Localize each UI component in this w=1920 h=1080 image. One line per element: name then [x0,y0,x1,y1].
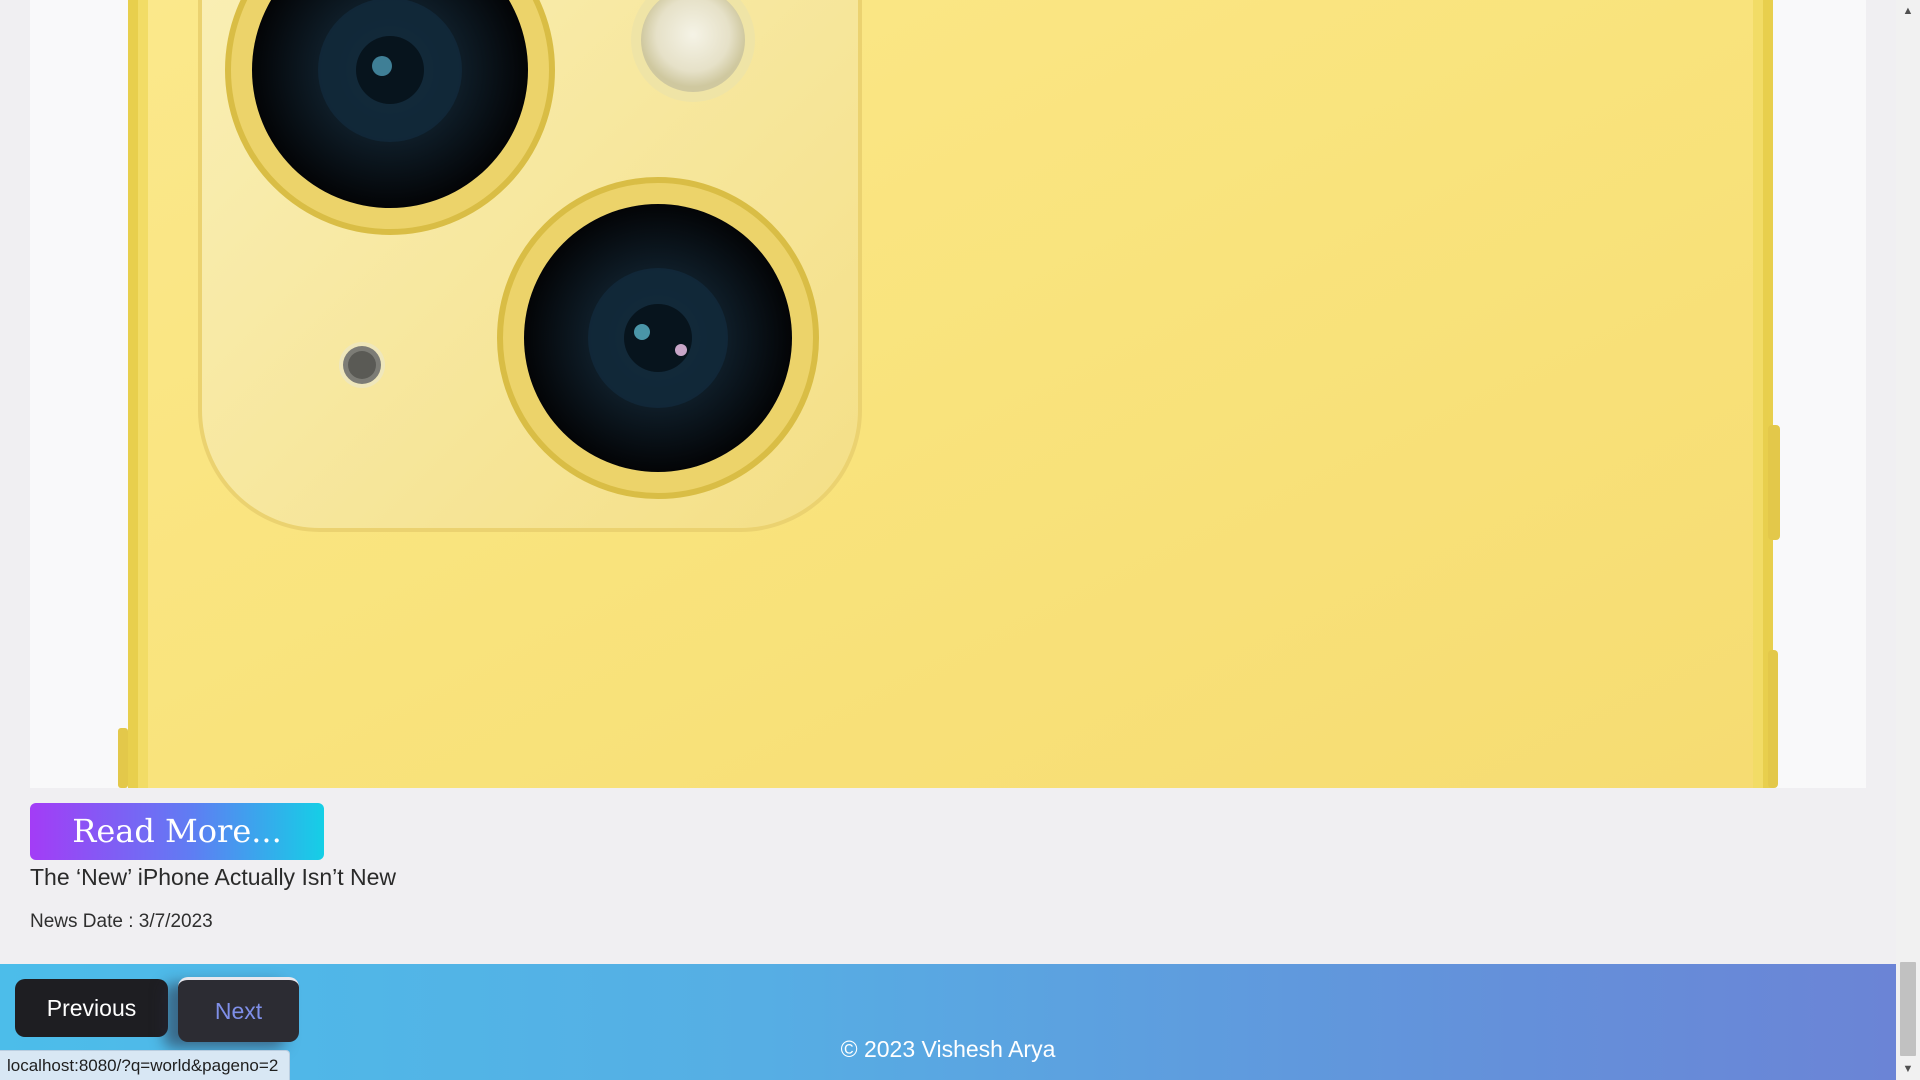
link-status-url: localhost:8080/?q=world&pageno=2 [0,1050,291,1080]
phone-photo [118,0,1780,788]
vertical-scrollbar[interactable]: ▲ ▼ [1896,0,1920,1080]
previous-page-button[interactable]: Previous [15,979,168,1037]
page-viewport: Read More... The ‘New’ iPhone Actually I… [0,0,1920,1080]
article-headline: The ‘New’ iPhone Actually Isn’t New [30,864,397,890]
article-image [30,0,1866,788]
scrollbar-thumb[interactable] [1900,962,1916,1056]
next-page-button[interactable]: Next [178,977,299,1042]
read-more-button[interactable]: Read More... [30,803,324,860]
article-date: News Date : 3/7/2023 [30,911,213,932]
scroll-down-arrow-icon[interactable]: ▼ [1896,1058,1920,1080]
scroll-up-arrow-icon[interactable]: ▲ [1896,0,1920,22]
